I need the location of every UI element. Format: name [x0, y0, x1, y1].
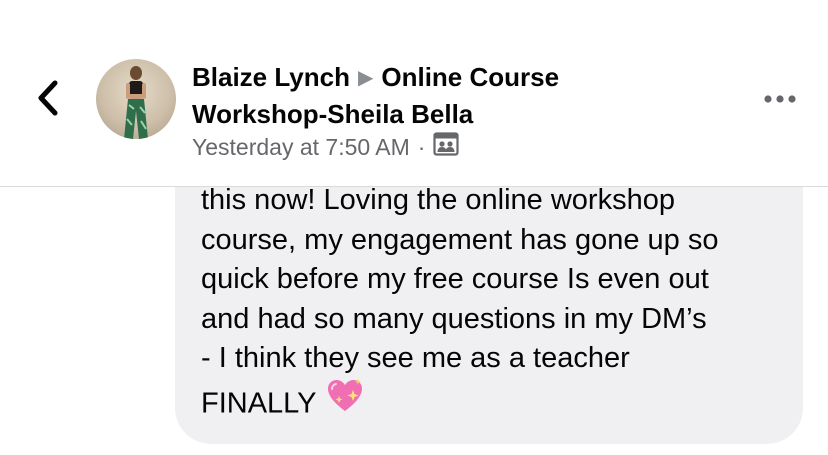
post-header: Blaize Lynch ▶ Online Course Workshop-Sheil… — [0, 0, 828, 187]
back-button[interactable] — [28, 78, 68, 122]
author-name-link[interactable]: Blaize Lynch — [192, 62, 350, 92]
avatar[interactable] — [96, 59, 176, 139]
message-last-line: FINALLY — [201, 376, 791, 431]
meta-separator: · — [417, 133, 426, 160]
message-line: course, my engagement has gone up so — [201, 223, 719, 256]
more-options-button[interactable] — [760, 86, 800, 114]
more-dots-icon — [763, 91, 797, 109]
group-name-line2: Workshop-Sheila Bella — [192, 99, 474, 129]
sparkling-heart-icon — [325, 376, 365, 428]
message-line: and had so many questions in my DM’s — [201, 302, 707, 335]
post-meta: Yesterday at 7:50 AM · — [192, 131, 460, 163]
post-title: Blaize Lynch ▶ Online Course Workshop-Sheil… — [192, 60, 712, 131]
group-name-line1: Online Course — [381, 62, 560, 92]
message-body: this now! Loving the online workshop cou… — [201, 181, 791, 430]
message-line: quick before my free course Is even out — [201, 263, 709, 295]
message-line: FINALLY — [201, 386, 317, 419]
chevron-left-icon — [37, 80, 59, 121]
message-line: - I think they see me as a teacher — [201, 342, 630, 374]
group-members-icon — [433, 132, 460, 162]
play-arrow-icon: ▶ — [357, 67, 374, 89]
timestamp-link[interactable]: Yesterday at 7:50 AM — [192, 134, 410, 161]
